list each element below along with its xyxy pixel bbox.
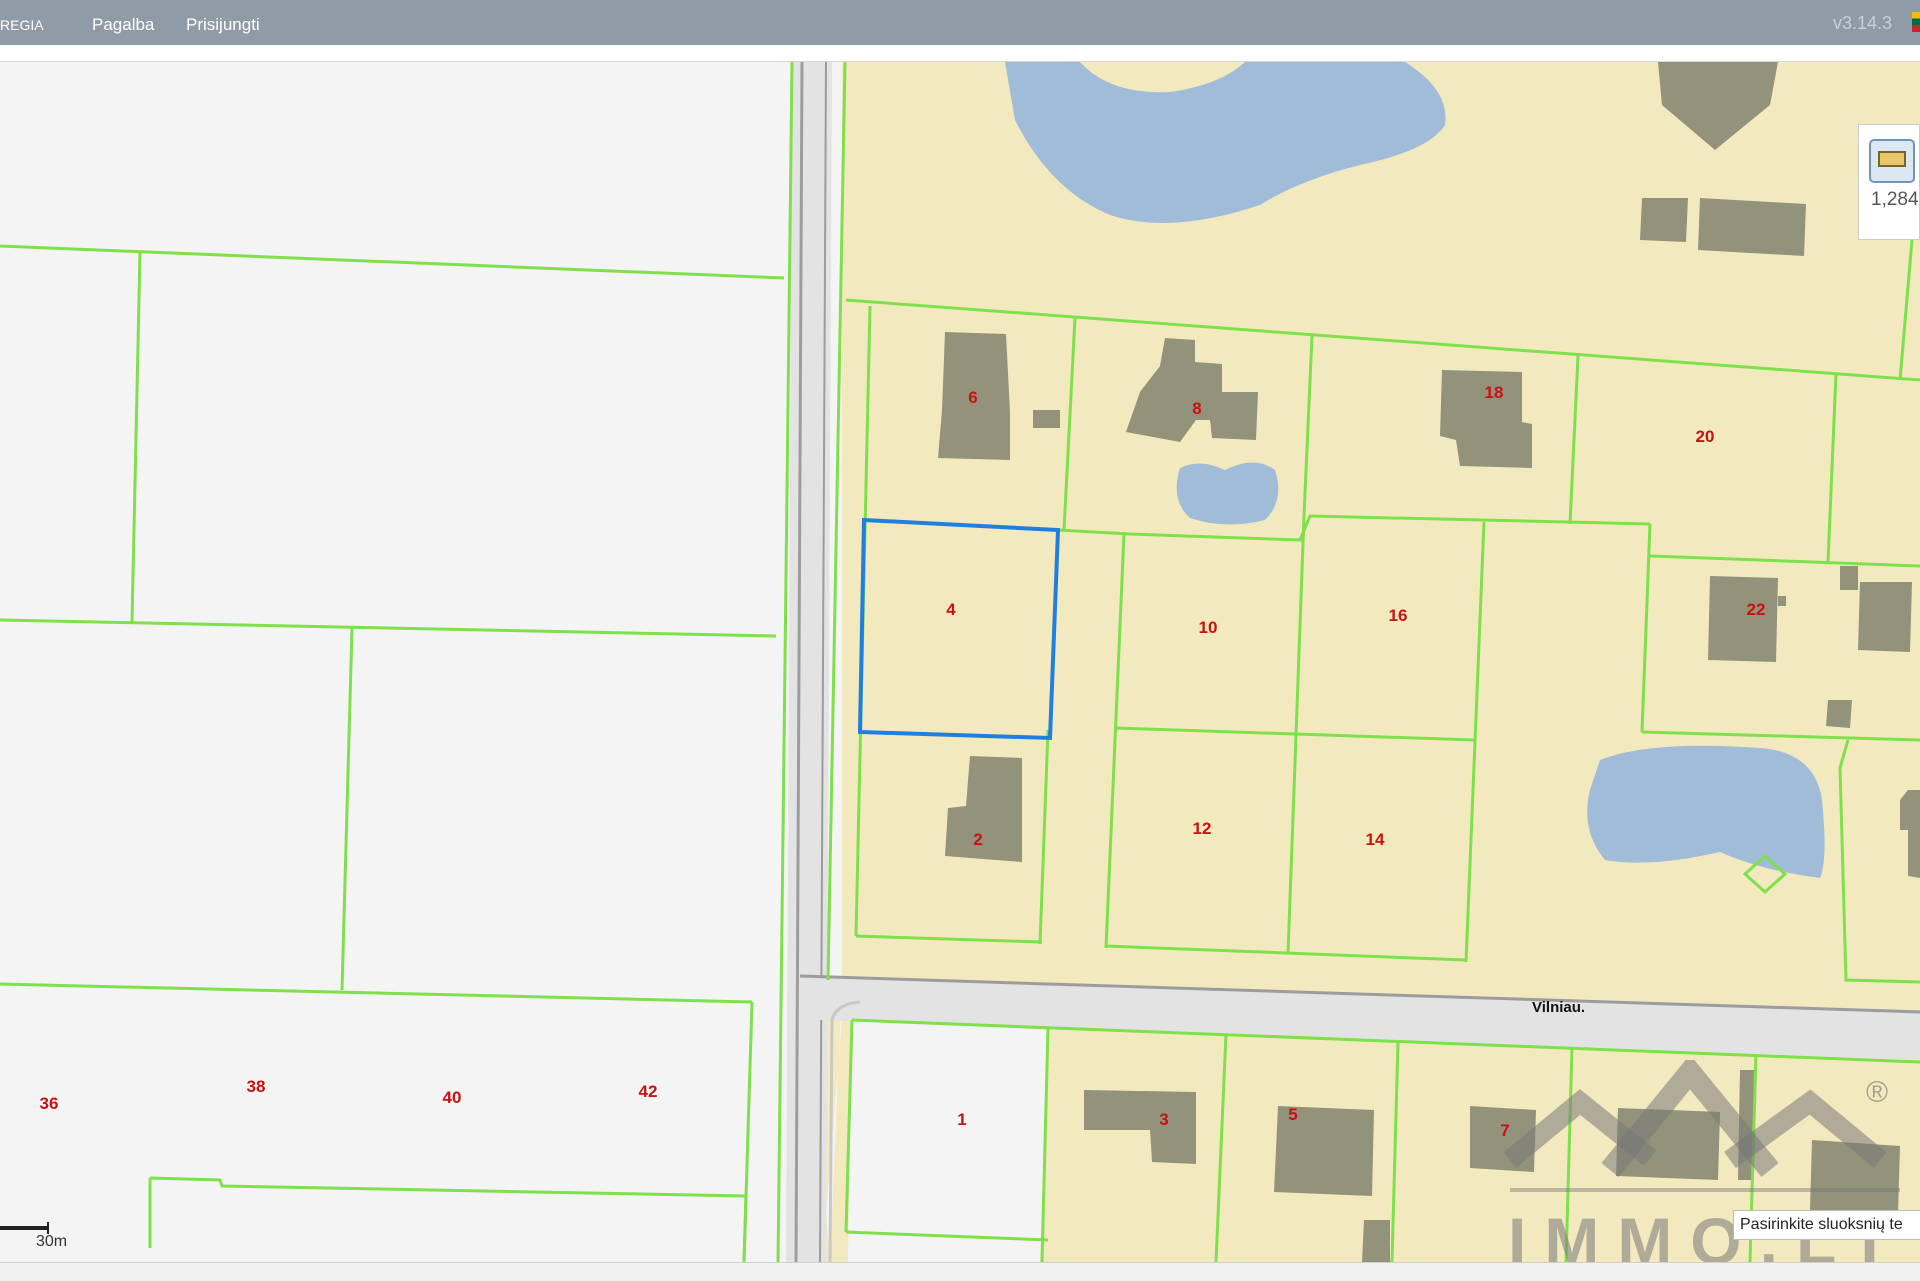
plot-label-4[interactable]: 4 (946, 600, 956, 619)
building (1858, 582, 1912, 652)
legend-count: 1,284 (1871, 189, 1919, 210)
plot-label-18[interactable]: 18 (1485, 383, 1504, 402)
plot-label-5[interactable]: 5 (1288, 1105, 1297, 1124)
building (1840, 566, 1858, 590)
plot-label-6[interactable]: 6 (968, 388, 977, 407)
building (1826, 700, 1852, 728)
parcel-line (0, 244, 785, 280)
parcel-line (130, 251, 142, 623)
scale-bar: 30m (0, 1222, 67, 1250)
layer-legend-panel[interactable]: 1,284 (1858, 124, 1920, 240)
plot-label-2[interactable]: 2 (973, 830, 982, 849)
plot-label-1[interactable]: 1 (957, 1110, 966, 1129)
pond-center (1176, 462, 1279, 525)
plot-label-42[interactable]: 42 (639, 1082, 658, 1101)
scale-label: 30m (36, 1233, 67, 1250)
plot-label-10[interactable]: 10 (1199, 618, 1218, 637)
building (1778, 596, 1786, 606)
street-label: Vilniau. (1532, 999, 1585, 1016)
plot-label-38[interactable]: 38 (247, 1077, 266, 1096)
building (1698, 198, 1806, 256)
plot-label-14[interactable]: 14 (1366, 830, 1385, 849)
parcel-line (149, 1176, 748, 1262)
plot-label-8[interactable]: 8 (1192, 399, 1201, 418)
plot-label-16[interactable]: 16 (1389, 606, 1408, 625)
building (1640, 198, 1688, 242)
parcel-line (0, 982, 753, 1004)
bottom-status-bar (0, 1262, 1920, 1281)
layer-tile-icon[interactable] (1869, 139, 1915, 183)
plot-label-40[interactable]: 40 (443, 1088, 462, 1107)
building (1708, 576, 1778, 662)
plot-label-22[interactable]: 22 (1747, 600, 1766, 619)
logo-roof-right (1724, 1089, 1887, 1169)
building (1362, 1220, 1390, 1262)
plot-label-36[interactable]: 36 (40, 1094, 59, 1113)
parcel-line (0, 618, 777, 638)
plot-1-area (848, 1020, 1048, 1262)
building (1033, 410, 1060, 428)
parcel-line (340, 627, 354, 991)
plot-label-20[interactable]: 20 (1696, 427, 1715, 446)
layer-tile-glyph (1878, 151, 1906, 167)
plot-label-3[interactable]: 3 (1159, 1110, 1168, 1129)
layer-selection-hint[interactable]: Pasirinkite sluoksnių te (1733, 1210, 1920, 1240)
logo-registered-mark: ® (1866, 1076, 1888, 1109)
plot-label-12[interactable]: 12 (1193, 819, 1212, 838)
